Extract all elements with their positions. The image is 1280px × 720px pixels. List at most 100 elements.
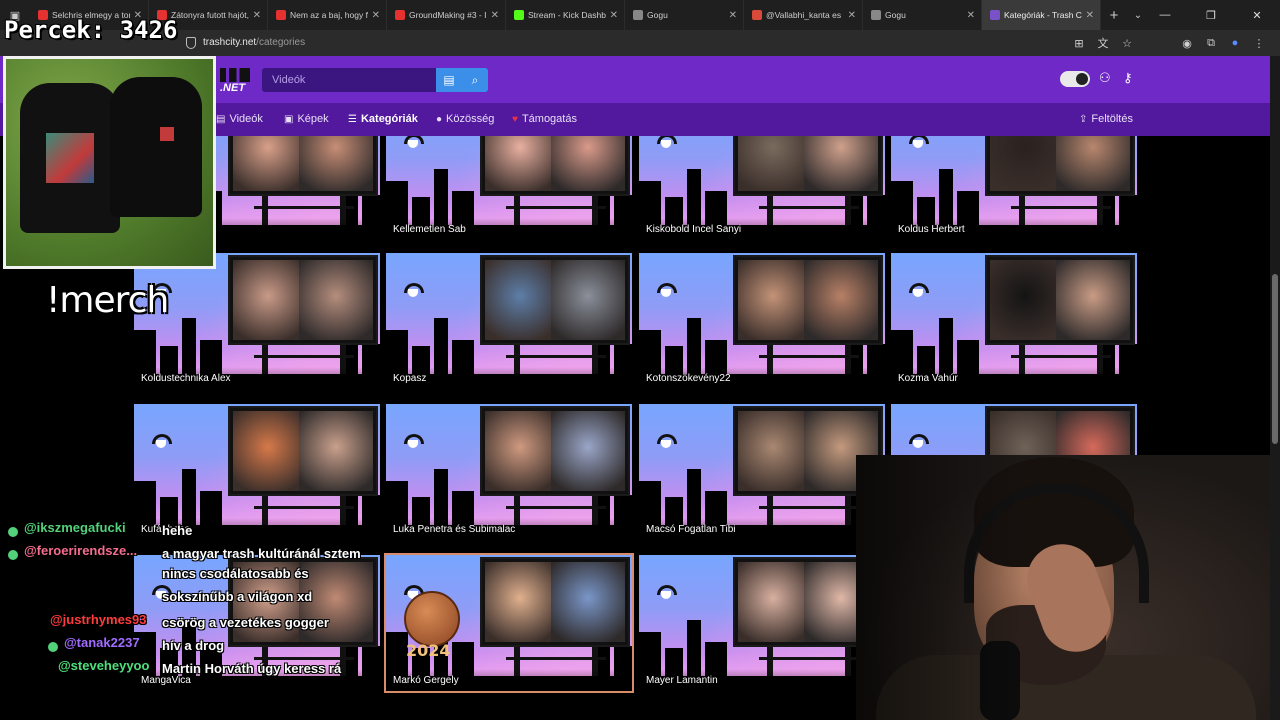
category-card[interactable]: Luka Penetra és Subimalac (386, 404, 632, 540)
search-input[interactable]: Videók (262, 68, 436, 92)
thumbnail-photo-left (738, 260, 808, 340)
page-scrollbar[interactable] (1270, 56, 1280, 720)
site-logo[interactable]: .NET (216, 64, 256, 96)
thumbnail-photo-left (485, 260, 555, 340)
close-tab-icon[interactable]: ✕ (848, 10, 856, 21)
nav-community[interactable]: ● Közösség (436, 113, 494, 125)
thumbnail-photo-left (990, 260, 1060, 340)
merch-hoodie-image (6, 59, 213, 266)
upload-button[interactable]: ⇪ Feltöltés (1079, 113, 1133, 125)
add-user-icon[interactable]: ⚇ (1099, 70, 1111, 86)
maximize-icon[interactable]: ❐ (1188, 0, 1234, 30)
address-bar[interactable]: trashcity.net/categories ⊞ 文 ☆ ◉ ⧉ ● ⋮ (0, 30, 1280, 56)
browser-tab[interactable]: @Vallabhi_kanta es IPh ✕ (744, 0, 863, 30)
close-tab-icon[interactable]: ✕ (1086, 10, 1094, 21)
nav-label: Képek (297, 113, 329, 125)
close-tab-icon[interactable]: ✕ (729, 10, 737, 21)
tab-title: Gogu (647, 10, 668, 20)
film-icon: ▤ (443, 73, 455, 87)
billboard-thumbnail (987, 257, 1133, 343)
nav-categories[interactable]: ☰ Kategóriák (348, 113, 418, 125)
category-card[interactable]: Kozma Vahúr (891, 253, 1137, 389)
url-text[interactable]: trashcity.net/categories (203, 37, 305, 48)
browser-tab[interactable]: Stream - Kick Dashboa ✕ (506, 0, 625, 30)
category-name[interactable]: Kopasz (393, 373, 426, 384)
thumbnail-photo-right (299, 136, 373, 191)
close-tab-icon[interactable]: ✕ (491, 10, 499, 21)
menu-kebab-icon[interactable]: ⋮ (1250, 34, 1268, 52)
image-icon: ▣ (284, 113, 294, 125)
category-card[interactable]: Koldustechnika Alex (134, 253, 380, 389)
subscriber-badge-icon (8, 526, 18, 537)
list-icon: ☰ (348, 113, 357, 125)
tab-list: Selchris elmegy a tom ✕ Zátonyra futott ha… (30, 0, 1101, 30)
category-card[interactable]: Mayer Lamantin (639, 555, 885, 691)
billboard-thumbnail (230, 408, 376, 494)
close-tab-icon[interactable]: ✕ (610, 10, 618, 21)
hoodie-back (110, 77, 202, 217)
close-tab-icon[interactable]: ✕ (967, 10, 975, 21)
toolbar-icons: ⊞ 文 ☆ ◉ ⧉ ● ⋮ (1070, 34, 1268, 52)
profile-icon[interactable]: ◉ (1178, 34, 1196, 52)
category-name[interactable]: Kotonszökevény22 (646, 373, 731, 384)
hoodie-front (20, 83, 120, 233)
url-domain: trashcity.net (203, 37, 257, 48)
chat-message: @steveheyyoo Martin Horváth úgy keress rá (58, 658, 341, 676)
nav-images[interactable]: ▣ Képek (284, 113, 329, 125)
chat-message: @tanak2237 hív a drog (48, 635, 224, 653)
close-tab-icon[interactable]: ✕ (372, 10, 380, 21)
category-name[interactable]: Koldustechnika Alex (141, 373, 231, 384)
close-tab-icon[interactable]: ✕ (253, 10, 261, 21)
thumbnail-photo-left (990, 136, 1060, 191)
minimize-icon[interactable]: — (1142, 0, 1188, 30)
account-avatar-icon[interactable]: ● (1226, 34, 1244, 52)
bookmark-star-icon[interactable]: ☆ (1118, 34, 1136, 52)
dark-mode-toggle[interactable] (1060, 71, 1090, 87)
browser-tab[interactable]: GroundMaking #3 - In: ✕ (387, 0, 506, 30)
category-card[interactable]: Kiskobold Incel Sanyi (639, 136, 885, 240)
billboard-thumbnail (482, 257, 628, 343)
search-button[interactable]: ⌕ (462, 68, 488, 92)
category-name[interactable]: Kozma Vahúr (898, 373, 958, 384)
thumbnail-photo-right (551, 411, 625, 491)
thumbnail-photo-right (804, 136, 878, 191)
site-info-icon[interactable] (186, 37, 196, 49)
category-card[interactable]: Kopasz (386, 253, 632, 389)
browser-tab[interactable]: Kategóriák - Trash City ✕ (982, 0, 1101, 30)
url-path: /categories (256, 37, 306, 48)
install-app-icon[interactable]: ⊞ (1070, 34, 1088, 52)
scrollbar-thumb[interactable] (1272, 274, 1278, 444)
close-window-icon[interactable]: ✕ (1234, 0, 1280, 30)
category-card[interactable]: Kellemetlen Sab (386, 136, 632, 240)
new-tab-icon[interactable]: + (1101, 7, 1127, 24)
category-name[interactable]: Mayer Lamantin (646, 675, 718, 686)
category-name[interactable]: Macsó Fogatlan Tibi (646, 524, 736, 535)
category-card[interactable]: Koldus Herbert (891, 136, 1137, 240)
key-icon[interactable]: ⚷ (1123, 70, 1133, 86)
tab-title: Zátonyra futott hajót, r (171, 10, 249, 20)
tab-title: GroundMaking #3 - In: (409, 10, 487, 20)
browser-tab[interactable]: Gogu ✕ (625, 0, 744, 30)
extensions-icon[interactable]: ⧉ (1202, 34, 1220, 52)
browser-tab[interactable]: Gogu ✕ (863, 0, 982, 30)
tab-favicon-icon (633, 10, 643, 20)
merch-command-text: !merch (46, 280, 169, 321)
nav-videos[interactable]: ▤ Videók (216, 113, 263, 125)
category-name[interactable]: Kellemetlen Sab (393, 224, 466, 235)
tab-title: @Vallabhi_kanta es IPh (766, 10, 844, 20)
chat-message: nincs csodálatosabb és (162, 566, 309, 581)
translate-icon[interactable]: 文 (1094, 34, 1112, 52)
billboard-thumbnail (482, 136, 628, 194)
search-filter-button[interactable]: ▤ (436, 68, 462, 92)
chat-message: @feroerirendsze... a magyar trash kultúrá… (8, 543, 361, 561)
nav-support[interactable]: ♥ Támogatás (512, 113, 577, 125)
category-card[interactable]: Macsó Fogatlan Tibi (639, 404, 885, 540)
hoodie-print (160, 127, 174, 141)
category-card[interactable]: Kotonszökevény22 (639, 253, 885, 389)
thumbnail-photo-right (1056, 136, 1130, 191)
tab-favicon-icon (871, 10, 881, 20)
category-card[interactable]: Markó Gergely 2024 (384, 553, 634, 693)
category-name[interactable]: Kiskobold Incel Sanyi (646, 224, 741, 235)
browser-tab[interactable]: Nem az a baj, hogy für ✕ (268, 0, 387, 30)
category-name[interactable]: Koldus Herbert (898, 224, 965, 235)
